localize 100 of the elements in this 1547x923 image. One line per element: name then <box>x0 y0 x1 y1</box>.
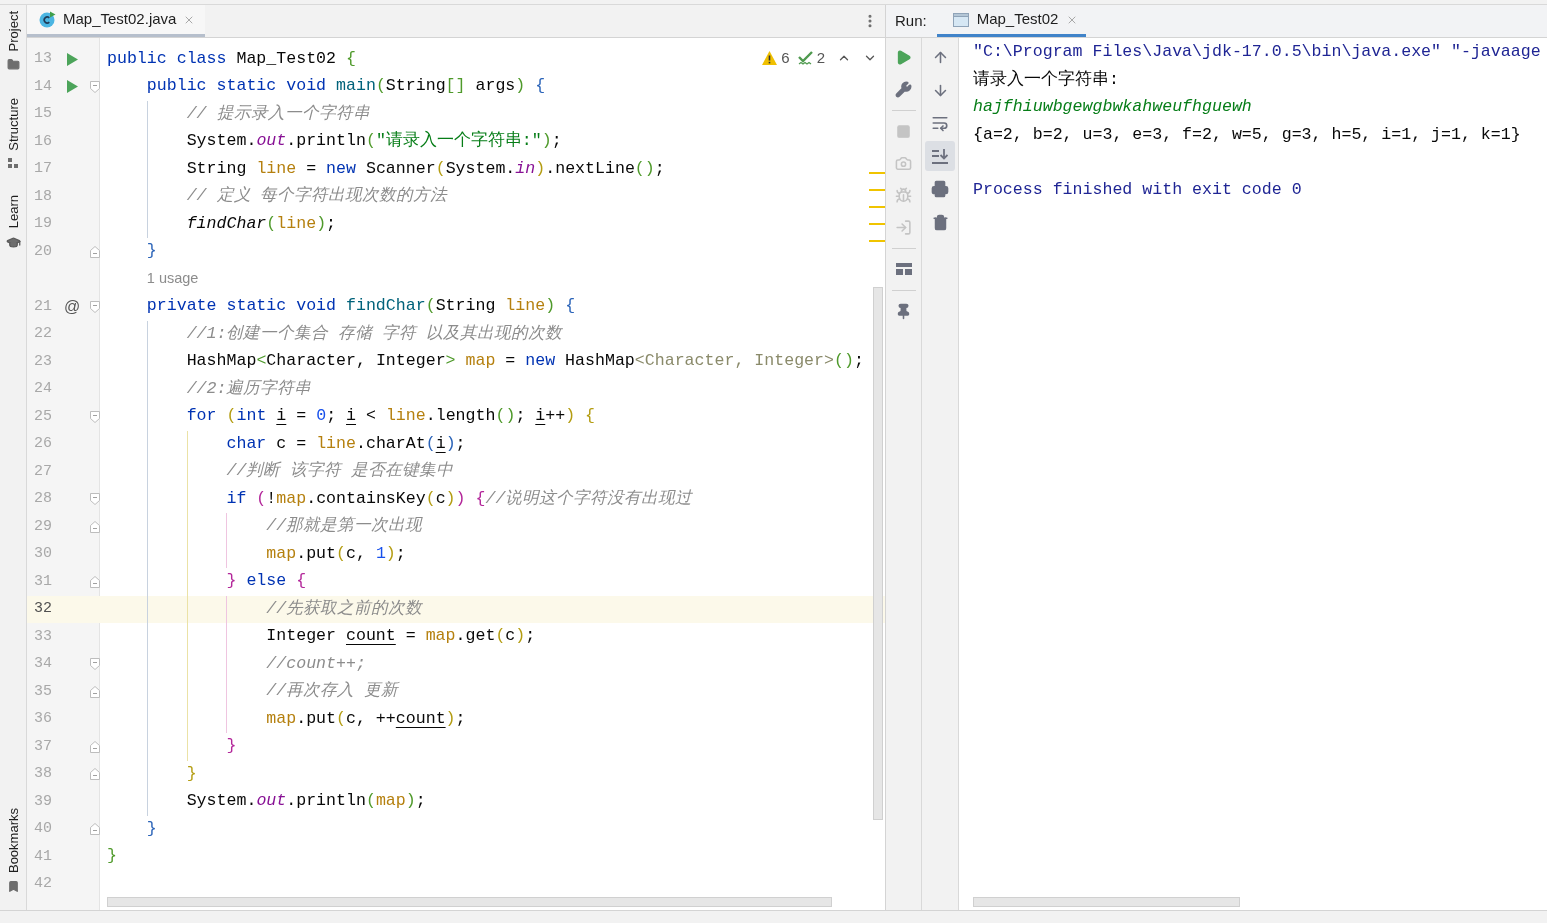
tool-window-button[interactable]: Project <box>5 11 21 72</box>
horizontal-scrollbar[interactable] <box>973 897 1240 907</box>
fold-end-icon[interactable] <box>90 685 100 698</box>
code-line: // 定义 每个字符出现次数的方法 <box>186 185 448 208</box>
line-number: 39 <box>34 791 52 812</box>
scroll-to-end-button[interactable] <box>925 141 955 171</box>
code-line: map.put(c, 1); <box>266 542 406 565</box>
code-line: char c = line.charAt(i); <box>226 432 466 455</box>
warning-count: 6 <box>781 48 790 68</box>
code-line: String line = new Scanner(System.in).nextLine(); <box>186 157 665 180</box>
line-number: 32 <box>34 599 52 619</box>
run-icon[interactable] <box>66 80 78 94</box>
fold-icon[interactable] <box>90 493 100 506</box>
stripe-marks-icon[interactable] <box>869 172 885 242</box>
code-line: //2:遍历字符串 <box>186 377 312 400</box>
line-number: 27 <box>34 461 52 482</box>
line-number: 29 <box>34 516 52 537</box>
tool-window-button[interactable]: Bookmarks <box>5 807 21 893</box>
code-line: private static void findChar(String line) { <box>146 295 576 318</box>
line-number: 33 <box>34 626 52 647</box>
fold-end-icon[interactable] <box>90 520 100 533</box>
console-line: Process finished with exit code 0 <box>973 178 1302 201</box>
line-number: 30 <box>34 544 52 564</box>
line-number: 13 <box>34 49 52 69</box>
line-number: 31 <box>34 571 52 592</box>
vertical-scrollbar[interactable] <box>873 287 883 820</box>
code-line: findChar(line); <box>186 212 337 235</box>
scroll-to-end-icon <box>932 148 948 164</box>
code-line: Integer count = map.get(c); <box>266 625 536 648</box>
check-squiggle-icon <box>797 50 813 66</box>
warning-icon <box>762 51 778 66</box>
trash-icon <box>931 213 949 231</box>
editor-tab[interactable]: Map_Test02.java <box>27 5 206 37</box>
code-line: public class Map_Test02 { <box>107 47 356 70</box>
code-line: //那就是第一次出现 <box>266 515 423 538</box>
bug-icon <box>895 186 912 204</box>
enter-icon <box>895 218 912 236</box>
line-number: 26 <box>34 434 52 454</box>
code-line: } <box>146 240 157 263</box>
line-number: 20 <box>34 241 52 262</box>
gutter-symbol[interactable]: @ <box>63 297 81 316</box>
structure-icon <box>8 158 18 169</box>
run-tool-title: Run: <box>895 10 927 31</box>
line-number: 25 <box>34 406 52 427</box>
tool-window-button[interactable]: Learn <box>5 195 21 251</box>
line-number: 37 <box>34 736 52 757</box>
code-line: HashMap<Character, Integer> map = new HashMap<Character, Integer>(); <box>186 350 864 373</box>
console-line: hajfhiuwbgewgbwkahweufhguewh <box>973 96 1252 119</box>
folder-icon <box>6 58 20 72</box>
line-number: 28 <box>34 489 52 509</box>
layout-icon <box>895 263 912 275</box>
fold-end-icon[interactable] <box>90 768 100 781</box>
line-number: 41 <box>34 846 52 867</box>
play-icon <box>895 48 912 66</box>
line-number: 38 <box>34 764 52 784</box>
class-icon <box>39 11 56 28</box>
console-icon <box>952 12 969 27</box>
line-number: 36 <box>34 709 52 729</box>
code-line: } <box>226 735 237 758</box>
typo-count: 2 <box>816 48 825 68</box>
fold-icon[interactable] <box>90 658 100 671</box>
wrench-icon <box>895 80 912 98</box>
code-line: //count++; <box>266 652 366 675</box>
line-number: 14 <box>34 76 52 97</box>
tool-window-button[interactable]: Structure <box>5 98 21 169</box>
code-line: } else { <box>226 570 307 593</box>
run-icon[interactable] <box>66 52 78 66</box>
line-number: 15 <box>34 104 52 124</box>
fold-end-icon[interactable] <box>90 575 100 588</box>
line-number: 23 <box>34 351 52 372</box>
console-line: 请录入一个字符串: <box>973 68 1119 91</box>
graduation-cap-icon <box>5 235 21 251</box>
console-line: {a=2, b=2, u=3, e=3, f=2, w=5, g=3, h=5, i=1, j=1, k=1} <box>973 123 1521 146</box>
line-number: 16 <box>34 131 52 152</box>
wrap-icon <box>931 114 949 132</box>
camera-icon <box>895 154 912 172</box>
fold-end-icon[interactable] <box>90 740 100 753</box>
line-number: 40 <box>34 819 52 839</box>
line-number: 19 <box>34 214 52 234</box>
line-number: 24 <box>34 379 52 399</box>
console-line: "C:\Program Files\Java\jdk-17.0.5\bin\java.exe" "-javaage <box>973 41 1541 64</box>
code-line: } <box>186 762 197 785</box>
fold-icon[interactable] <box>90 80 100 93</box>
code-line: map.put(c, ++count); <box>266 707 466 730</box>
line-number: 34 <box>34 654 52 674</box>
fold-icon[interactable] <box>90 410 100 423</box>
code-line: //判断 该字符 是否在键集中 <box>226 460 454 483</box>
code-line: //先获取之前的次数 <box>266 597 423 620</box>
code-line: //再次存入 更新 <box>266 680 399 703</box>
fold-icon[interactable] <box>90 300 100 313</box>
fold-end-icon[interactable] <box>90 245 100 258</box>
fold-end-icon[interactable] <box>90 823 100 836</box>
line-number: 18 <box>34 186 52 207</box>
horizontal-scrollbar[interactable] <box>107 897 832 907</box>
printer-icon <box>931 180 949 198</box>
line-number: 35 <box>34 681 52 702</box>
code-line: public static void main(String[] args) { <box>146 75 546 98</box>
line-number: 42 <box>34 874 52 894</box>
code-line: } <box>146 817 157 840</box>
code-line: // 提示录入一个字符串 <box>186 102 370 125</box>
